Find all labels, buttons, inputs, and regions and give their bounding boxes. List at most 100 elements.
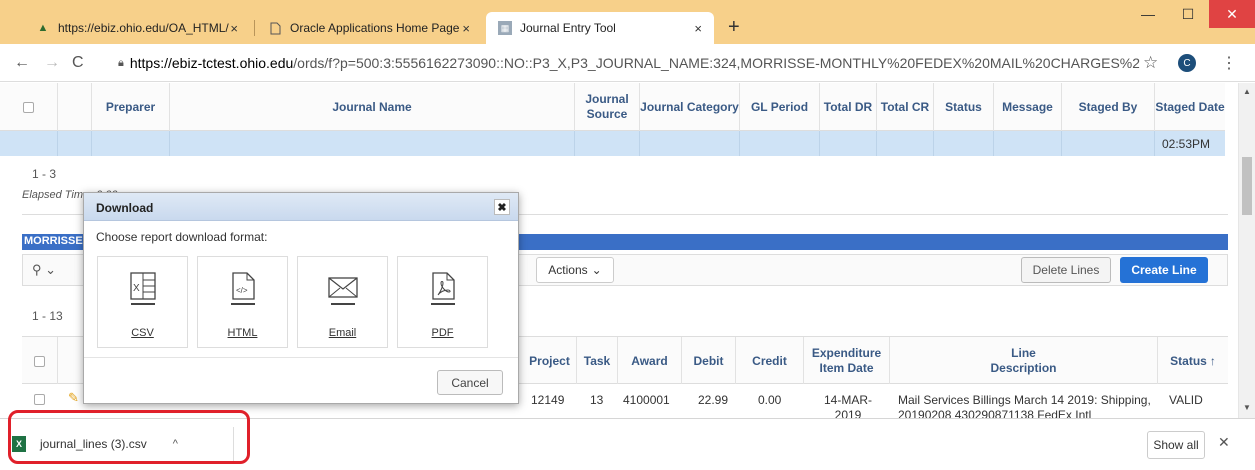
actions-menu-button[interactable]: Actions ⌄ [536,257,614,283]
header-status[interactable]: Status ↑ [1158,337,1228,385]
pagination-range: 1 - 3 [32,167,57,181]
close-tab-icon[interactable]: × [694,21,702,36]
scrollbar-thumb[interactable] [1242,157,1252,215]
cell-credit: 0.00 [758,393,782,407]
tab-label: Oracle Applications Home Page [290,21,460,35]
header-journal-name[interactable]: Journal Name [170,83,575,131]
tab-strip: ▲ https://ebiz.ohio.edu/OA_HTML/ × Oracl… [0,0,1255,44]
scroll-down-icon[interactable]: ▼ [1243,403,1251,412]
line-description-1: Mail Services Billings March 14 2019: Sh… [898,393,1151,407]
tab-journal-entry-tool[interactable]: ▦ Journal Entry Tool × [486,12,714,44]
close-shelf-icon[interactable]: ✕ [1218,434,1230,451]
format-pdf-button[interactable]: PDF [397,256,488,348]
header-debit[interactable]: Debit [682,337,736,385]
sort-up-icon: ↑ [1209,353,1216,368]
select-all-checkbox[interactable] [22,337,58,385]
header-staged-by[interactable]: Staged By [1062,83,1155,131]
journal-table-row-selected[interactable]: 02:53PM [0,131,1225,156]
header-gl-period[interactable]: GL Period [740,83,820,131]
email-envelope-icon [328,277,358,305]
show-all-button[interactable]: Show all [1147,431,1205,459]
profile-avatar[interactable]: C [1178,54,1196,72]
close-window-icon[interactable]: ✕ [1209,0,1255,28]
format-csv-button[interactable]: X CSV [97,256,188,348]
maximize-icon[interactable]: ☐ [1169,0,1207,28]
tab-oracle-home[interactable]: Oracle Applications Home Page × [256,12,482,44]
format-html-button[interactable]: </> HTML [197,256,288,348]
table-cell [934,131,994,156]
line-description-2: 20190208 430290871138 FedEx Intl [898,408,1092,418]
actions-label: Actions [548,263,588,277]
table-cell [170,131,575,156]
row-checkbox[interactable] [34,394,45,405]
tab-divider [254,20,255,36]
create-line-button[interactable]: Create Line [1120,257,1208,283]
forward-icon[interactable]: → [44,54,60,72]
close-tab-icon[interactable]: × [462,21,470,36]
edit-pencil-icon[interactable]: ✎ [68,390,79,406]
cell-status: VALID [1169,393,1203,407]
header-journal-category[interactable]: Journal Category [640,83,740,131]
header-staged-date[interactable]: Staged Date [1155,83,1225,131]
format-label: Email [328,327,357,339]
lock-icon: 🔒︎ [118,56,124,69]
page-icon [268,21,282,35]
delete-lines-button[interactable]: Delete Lines [1021,257,1111,283]
status-label: Status [1170,353,1207,368]
apex-icon: ▦ [498,21,512,35]
page-scrollbar[interactable]: ▲ ▼ [1238,83,1255,418]
bookmark-star-icon[interactable]: ☆ [1143,53,1158,73]
html-file-icon: </> [231,272,255,305]
header-message[interactable]: Message [994,83,1062,131]
table-cell [740,131,820,156]
table-cell [640,131,740,156]
journal-table-header: Preparer Journal Name Journal Source Jou… [0,83,1225,131]
header-project[interactable]: Project [523,337,577,385]
header-total-cr[interactable]: Total CR [877,83,934,131]
new-tab-button[interactable]: + [728,16,740,39]
header-journal-source[interactable]: Journal Source [575,83,640,131]
format-label: PDF [431,327,454,339]
tab-label: https://ebiz.ohio.edu/OA_HTML/ [58,21,229,35]
header-total-dr[interactable]: Total DR [820,83,877,131]
browser-toolbar: ← → C 🔒︎ https://ebiz-tctest.ohio.edu/or… [0,44,1255,82]
header-credit[interactable]: Credit [736,337,804,385]
url-path: /ords/f?p=500:3:5556162273090::NO::P3_X,… [293,55,1140,71]
menu-kebab-icon[interactable]: ⋮ [1221,53,1237,73]
search-icon[interactable]: ⚲ ⌄ [32,262,56,278]
close-dialog-icon[interactable]: ✖ [494,199,510,215]
header-preparer[interactable]: Preparer [92,83,170,131]
format-email-button[interactable]: Email [297,256,388,348]
svg-text:</>: </> [236,286,248,295]
cell-debit: 22.99 [698,393,729,407]
table-cell [575,131,640,156]
header-line-description[interactable]: Line Description [890,337,1158,385]
cancel-button[interactable]: Cancel [437,370,503,395]
table-cell [994,131,1062,156]
pagination-range: 1 - 13 [32,309,63,323]
scroll-up-icon[interactable]: ▲ [1243,87,1251,96]
table-cell [92,131,170,156]
address-bar[interactable]: 🔒︎ https://ebiz-tctest.ohio.edu/ords/f?p… [100,50,1140,76]
chevron-down-icon: ⌄ [591,263,602,277]
header-task[interactable]: Task [577,337,618,385]
dialog-divider [84,357,518,358]
table-cell [877,131,934,156]
dialog-title: Download [96,201,154,215]
close-tab-icon[interactable]: × [230,21,238,36]
back-icon[interactable]: ← [14,54,30,72]
annotation-highlight [8,410,250,464]
header-status[interactable]: Status [934,83,994,131]
tab-label: Journal Entry Tool [520,21,616,35]
minimize-icon[interactable]: — [1129,0,1167,28]
header-expenditure-item-date[interactable]: Expenditure Item Date [804,337,890,385]
select-all-checkbox[interactable] [0,83,58,131]
cell-expenditure-item-date: 14-MAR-2019 [823,393,872,418]
elapsed-label: Elapsed Tim [22,189,84,201]
header-award[interactable]: Award [618,337,682,385]
format-label: CSV [131,327,154,339]
dialog-titlebar: Download ✖ [84,193,518,221]
header-spacer [58,83,92,131]
tab-ebiz[interactable]: ▲ https://ebiz.ohio.edu/OA_HTML/ × [24,12,250,44]
reload-icon[interactable]: C [72,54,84,72]
